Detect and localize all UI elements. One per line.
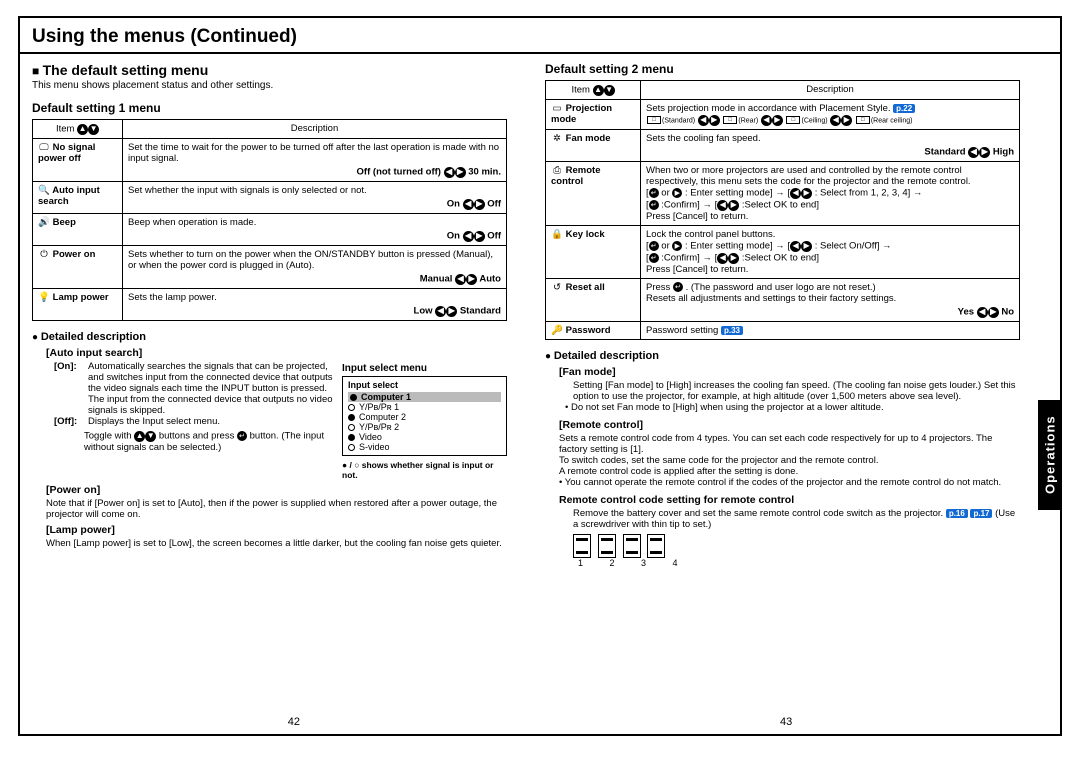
power-icon: ⏻ (38, 249, 50, 260)
remote-control-p1: Sets a remote control code from 4 types.… (545, 433, 1020, 455)
row-auto-input: 🔍 Auto input search (33, 182, 123, 214)
mode-ceiling-icon: □ (786, 116, 800, 124)
row-reset-all: ↺ Reset all (546, 279, 641, 322)
enter-icon: ↵ (673, 282, 683, 292)
page-ref: p.17 (970, 509, 992, 518)
page-frame: Using the menus (Continued) The default … (18, 16, 1062, 736)
lamp-icon: 💡 (38, 292, 50, 303)
row-remote-control: ⎙ Remote control (546, 162, 641, 226)
col-item: Item ▲▼ (546, 81, 641, 100)
left-column: The default setting menu This menu shows… (32, 54, 513, 568)
page-ref: p.16 (946, 509, 968, 518)
input-select-box: Input select menu Input select Computer … (342, 363, 507, 480)
switch-icon (598, 534, 616, 558)
row-password: 🔑 Password (546, 322, 641, 340)
power-on-head: [Power on] (32, 484, 507, 496)
row-beep: 🔊 Beep (33, 214, 123, 246)
power-on-text: Note that if [Power on] is set to [Auto]… (32, 498, 507, 520)
enter-icon: ↵ (649, 188, 659, 198)
input-option: S-video (348, 442, 501, 452)
col-desc: Description (123, 120, 507, 139)
lock-icon: 🔒 (551, 229, 563, 240)
remote-control-bullet: • You cannot operate the remote control … (545, 477, 1020, 488)
mode-standard-icon: □ (647, 116, 661, 124)
right-column: Default setting 2 menu Item ▲▼ Descripti… (539, 54, 1048, 568)
side-tab-operations: Operations (1038, 400, 1062, 510)
default-setting-2-table: Item ▲▼ Description ▭ Projection mode Se… (545, 80, 1020, 340)
enter-icon: ↵ (649, 241, 659, 251)
row-no-signal: 🖵 No signal power off (33, 139, 123, 182)
enter-icon: ↵ (649, 253, 659, 263)
remote-control-p3: A remote control code is applied after t… (545, 466, 1020, 477)
code-switch-diagram: 1 2 3 4 (545, 534, 1020, 568)
input-option: Video (348, 432, 501, 442)
password-icon: 🔑 (551, 325, 563, 336)
projection-icon: ▭ (551, 103, 563, 114)
table-title-2: Default setting 2 menu (545, 62, 1020, 76)
default-setting-1-table: Item ▲▼ Description 🖵 No signal power of… (32, 119, 507, 321)
page-num-left: 42 (288, 716, 300, 728)
fan-icon: ✲ (551, 133, 563, 144)
reset-icon: ↺ (551, 282, 563, 293)
remote-icon: ⎙ (551, 165, 563, 176)
col-desc: Description (641, 81, 1020, 100)
page-ref: p.22 (893, 104, 915, 113)
fan-mode-head: [Fan mode] (545, 366, 1020, 378)
detailed-description-heading: Detailed description (32, 331, 507, 343)
row-power-on: ⏻ Power on (33, 246, 123, 289)
input-option: Computer 1 (348, 392, 501, 402)
section-heading: The default setting menu (32, 62, 507, 78)
page-title: Using the menus (Continued) (20, 18, 1060, 54)
mode-rear-icon: □ (723, 116, 737, 124)
switch-icon (647, 534, 665, 558)
input-note: ● / ○ shows whether signal is input or n… (342, 460, 507, 480)
row-projection-mode: ▭ Projection mode (546, 100, 641, 130)
remote-code-text: Remove the battery cover and set the sam… (545, 508, 1020, 530)
switch-labels: 1 2 3 4 (578, 558, 1020, 568)
detailed-description-heading-2: Detailed description (545, 350, 1020, 362)
two-column-layout: The default setting menu This menu shows… (20, 54, 1060, 576)
lamp-power-text: When [Lamp power] is set to [Low], the s… (32, 538, 507, 549)
switch-icon (623, 534, 641, 558)
row-lamp-power: 💡 Lamp power (33, 289, 123, 321)
enter-icon: ↵ (237, 431, 247, 441)
speaker-icon: 🔊 (38, 217, 50, 228)
fan-mode-text: Setting [Fan mode] to [High] increases t… (545, 380, 1020, 402)
remote-control-head: [Remote control] (545, 419, 1020, 431)
enter-icon: ↵ (649, 200, 659, 210)
right-icon: ▶ (672, 188, 682, 198)
input-select-head: Input select (348, 380, 501, 390)
search-icon: 🔍 (38, 185, 50, 196)
row-fan-mode: ✲ Fan mode (546, 130, 641, 162)
page-num-right: 43 (780, 716, 792, 728)
input-option: Y/Pʙ/Pʀ 1 (348, 402, 501, 412)
monitor-icon: 🖵 (38, 142, 50, 153)
input-select-title: Input select menu (342, 363, 507, 374)
col-item: Item ▲▼ (33, 120, 123, 139)
row-key-lock: 🔒 Key lock (546, 226, 641, 279)
input-option: Computer 2 (348, 412, 501, 422)
lamp-power-head: [Lamp power] (32, 524, 507, 536)
auto-input-head: [Auto input search] (32, 347, 507, 359)
section-subtitle: This menu shows placement status and oth… (32, 80, 507, 91)
table-title-1: Default setting 1 menu (32, 101, 507, 115)
remote-code-head: Remote control code setting for remote c… (545, 494, 1020, 506)
page-numbers: 42 43 (20, 716, 1060, 728)
remote-control-p2: To switch codes, set the same code for t… (545, 455, 1020, 466)
input-option: Y/Pʙ/Pʀ 2 (348, 422, 501, 432)
mode-rear-ceiling-icon: □ (856, 116, 870, 124)
page-ref: p.33 (721, 326, 743, 335)
fan-mode-bullet: • Do not set Fan mode to [High] when usi… (545, 402, 1020, 413)
switch-icon (573, 534, 591, 558)
right-icon: ▶ (672, 241, 682, 251)
